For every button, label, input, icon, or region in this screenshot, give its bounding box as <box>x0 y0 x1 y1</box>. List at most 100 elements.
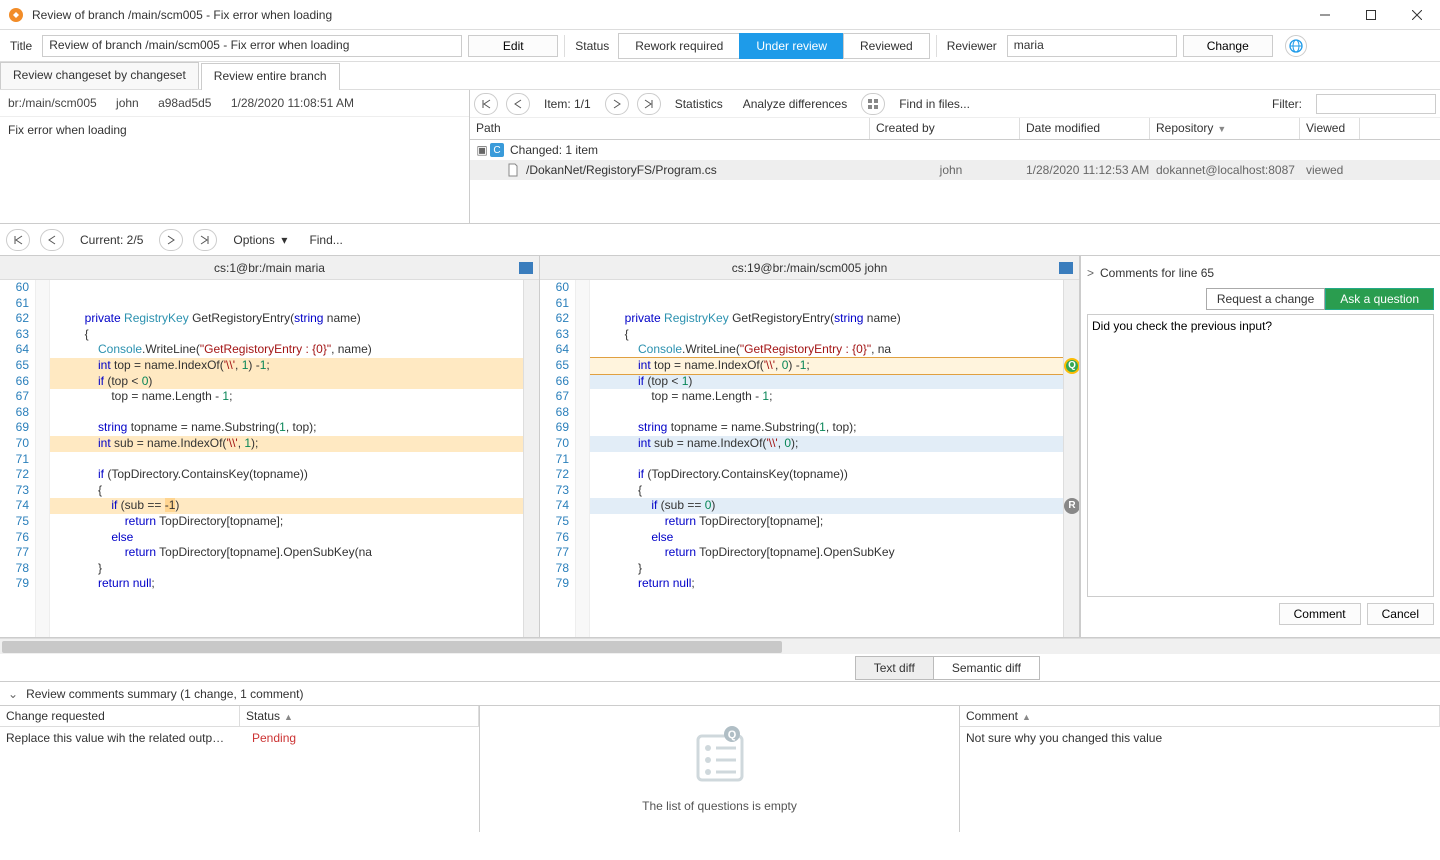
group-row[interactable]: ▣ C Changed: 1 item <box>470 140 1440 160</box>
tab-rework[interactable]: Rework required <box>618 33 740 59</box>
changes-panel: Change requested Status▲ Replace this va… <box>0 706 480 832</box>
cancel-button[interactable]: Cancel <box>1367 603 1434 625</box>
item-counter: Item: 1/1 <box>538 97 597 111</box>
svg-text:Q: Q <box>727 729 736 741</box>
prev-diff-button[interactable] <box>40 229 64 251</box>
last-item-button[interactable] <box>637 93 661 115</box>
questions-panel: Q The list of questions is empty <box>480 706 960 832</box>
change-marker-icon[interactable]: R <box>1064 498 1079 514</box>
comment-button[interactable]: Comment <box>1279 603 1361 625</box>
col-status[interactable]: Status▲ <box>240 706 479 726</box>
diff-area: cs:1@br:/main maria 60616263646566676869… <box>0 256 1440 638</box>
change-status: Pending <box>252 731 296 745</box>
review-mode-tabs: Review changeset by changeset Review ent… <box>0 62 1440 90</box>
branch-desc: Fix error when loading <box>0 117 469 223</box>
right-code[interactable]: 6061626364656667686970717273747576777879… <box>540 280 1079 637</box>
changed-badge-icon: C <box>490 143 504 157</box>
branch-spec: br:/main/scm005 <box>8 96 97 110</box>
options-dropdown[interactable]: Options ▾ <box>227 233 293 247</box>
next-diff-button[interactable] <box>159 229 183 251</box>
globe-icon[interactable] <box>1285 35 1307 57</box>
col-path[interactable]: Path <box>470 118 870 139</box>
window-titlebar: Review of branch /main/scm005 - Fix erro… <box>0 0 1440 30</box>
collapse-icon[interactable]: ▣ <box>476 143 488 157</box>
file-mod: 1/28/2020 11:12:53 AM <box>1026 163 1156 177</box>
file-viewed: viewed <box>1306 163 1366 177</box>
tab-by-changeset[interactable]: Review changeset by changeset <box>0 62 199 89</box>
minimize-button[interactable] <box>1302 0 1348 30</box>
change-text: Replace this value wih the related outp… <box>6 731 246 745</box>
title-input[interactable]: Review of branch /main/scm005 - Fix erro… <box>42 35 462 57</box>
reviewer-input[interactable]: maria <box>1007 35 1177 57</box>
semantic-diff-tab[interactable]: Semantic diff <box>933 656 1040 680</box>
col-repo[interactable]: Repository▼ <box>1150 118 1300 139</box>
app-icon <box>8 7 24 23</box>
maximize-button[interactable] <box>1348 0 1394 30</box>
comment-textarea[interactable] <box>1087 314 1434 597</box>
tab-reviewed[interactable]: Reviewed <box>843 33 930 59</box>
left-code[interactable]: 6061626364656667686970717273747576777879… <box>0 280 539 637</box>
tab-entire-branch[interactable]: Review entire branch <box>201 63 340 90</box>
edit-button[interactable]: Edit <box>468 35 558 57</box>
change-reviewer-button[interactable]: Change <box>1183 35 1273 57</box>
window-icon[interactable] <box>1059 262 1073 274</box>
last-diff-button[interactable] <box>193 229 217 251</box>
question-marker-icon[interactable]: Q <box>1064 358 1079 374</box>
review-header: Title Review of branch /main/scm005 - Fi… <box>0 30 1440 62</box>
diff-counter: Current: 2/5 <box>74 233 149 247</box>
ask-question-button[interactable]: Ask a question <box>1325 288 1434 310</box>
text-diff-tab[interactable]: Text diff <box>855 656 934 680</box>
statistics-link[interactable]: Statistics <box>669 97 729 111</box>
analyze-link[interactable]: Analyze differences <box>737 97 854 111</box>
window-icon[interactable] <box>519 262 533 274</box>
tab-under-review[interactable]: Under review <box>739 33 844 59</box>
sort-desc-icon: ▼ <box>1217 124 1226 134</box>
first-item-button[interactable] <box>474 93 498 115</box>
sort-asc-icon: ▲ <box>284 712 293 722</box>
right-scrollmap[interactable]: Q R <box>1063 280 1079 637</box>
find-link[interactable]: Find... <box>303 233 348 247</box>
group-label: Changed: 1 item <box>510 143 598 157</box>
reviewer-label: Reviewer <box>943 39 1001 53</box>
col-modified[interactable]: Date modified <box>1020 118 1150 139</box>
col-viewed[interactable]: Viewed <box>1300 118 1360 139</box>
summary-text: Review comments summary (1 change, 1 com… <box>26 687 303 701</box>
right-pane-header: cs:19@br:/main/scm005 john <box>540 256 1079 280</box>
horizontal-scrollbar[interactable] <box>0 638 1440 654</box>
sort-asc-icon: ▲ <box>1022 712 1031 722</box>
diff-mode-tabs: Text diff Semantic diff <box>0 654 1440 682</box>
title-label: Title <box>6 39 36 53</box>
branch-date: 1/28/2020 11:08:51 AM <box>231 96 354 110</box>
find-in-files-link[interactable]: Find in files... <box>893 97 976 111</box>
summary-bar[interactable]: ⌄ Review comments summary (1 change, 1 c… <box>0 682 1440 706</box>
diff-toolbar: Current: 2/5 Options ▾ Find... <box>0 224 1440 256</box>
change-row[interactable]: Replace this value wih the related outp…… <box>0 727 479 749</box>
chevron-down-icon: ⌄ <box>8 687 18 701</box>
request-change-button[interactable]: Request a change <box>1206 288 1325 310</box>
status-tabs: Rework required Under review Reviewed <box>619 33 929 59</box>
col-comment[interactable]: Comment▲ <box>960 706 1440 726</box>
files-rows: ▣ C Changed: 1 item /DokanNet/RegistoryF… <box>470 140 1440 223</box>
file-by: john <box>876 163 1026 177</box>
empty-text: The list of questions is empty <box>642 799 797 813</box>
col-by[interactable]: Created by <box>870 118 1020 139</box>
analyze-settings-icon[interactable] <box>861 93 885 115</box>
col-change[interactable]: Change requested <box>0 706 240 726</box>
file-icon <box>506 163 520 177</box>
next-item-button[interactable] <box>605 93 629 115</box>
file-row[interactable]: /DokanNet/RegistoryFS/Program.cs john 1/… <box>470 160 1440 180</box>
files-toolbar: Item: 1/1 Statistics Analyze differences… <box>470 90 1440 118</box>
window-title: Review of branch /main/scm005 - Fix erro… <box>32 8 1302 22</box>
files-columns: Path Created by Date modified Repository… <box>470 118 1440 140</box>
left-pane-header: cs:1@br:/main maria <box>0 256 539 280</box>
filter-input[interactable] <box>1316 94 1436 114</box>
comment-row[interactable]: Not sure why you changed this value <box>960 727 1440 749</box>
prev-item-button[interactable] <box>506 93 530 115</box>
left-pane: cs:1@br:/main maria 60616263646566676869… <box>0 256 540 637</box>
right-pane: cs:19@br:/main/scm005 john 6061626364656… <box>540 256 1080 637</box>
first-diff-button[interactable] <box>6 229 30 251</box>
filter-label: Filter: <box>1266 97 1308 111</box>
file-repo: dokannet@localhost:8087 <box>1156 163 1306 177</box>
comment-text: Not sure why you changed this value <box>966 731 1162 745</box>
close-button[interactable] <box>1394 0 1440 30</box>
